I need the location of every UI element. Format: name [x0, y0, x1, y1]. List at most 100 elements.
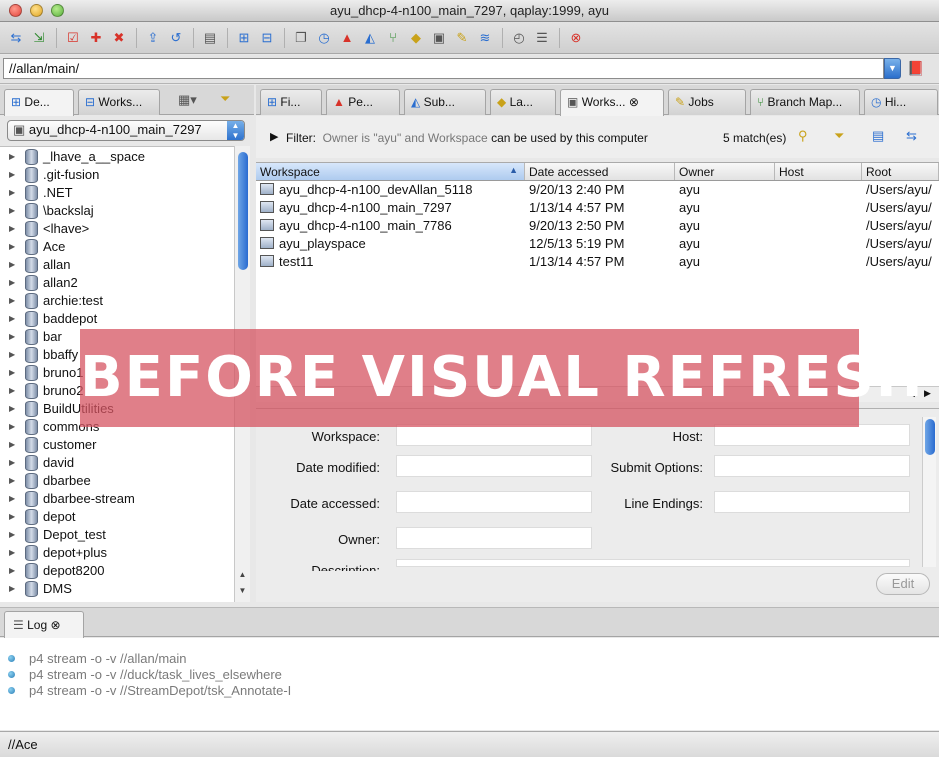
tab-depot[interactable]: ⊞ De...: [4, 89, 74, 116]
column-owner[interactable]: Owner: [675, 163, 775, 180]
tree-item[interactable]: ▶ allan: [0, 255, 234, 273]
tree-item[interactable]: ▶ allan2: [0, 273, 234, 291]
details-scrollbar-thumb[interactable]: [925, 419, 935, 455]
tab-files[interactable]: ⊞ Fi...: [260, 89, 322, 115]
tab-log[interactable]: ☰ Log ⊗: [4, 611, 84, 638]
path-dropdown-button[interactable]: ▼: [884, 58, 901, 79]
edit-button[interactable]: Edit: [876, 573, 930, 595]
expand-triangle-icon[interactable]: ▶: [9, 512, 23, 521]
archive-icon[interactable]: ▤: [872, 128, 884, 144]
expand-triangle-icon[interactable]: ▶: [9, 440, 23, 449]
checkout-icon[interactable]: ☑: [63, 28, 83, 48]
tab-submitted[interactable]: ◭ Sub...: [404, 89, 486, 115]
tree-item[interactable]: ▶ customer: [0, 435, 234, 453]
stop-icon[interactable]: ⊗: [566, 28, 586, 48]
tree-item[interactable]: ▶ dbarbee-stream: [0, 489, 234, 507]
filter-icon[interactable]: ⏷: [834, 128, 844, 144]
table-row[interactable]: ayu_dhcp-4-n100_main_7786 9/20/13 2:50 PM…: [256, 217, 939, 235]
tab-history[interactable]: ◷ Hi...: [864, 89, 938, 115]
expand-triangle-icon[interactable]: ▶: [9, 584, 23, 593]
expand-triangle-icon[interactable]: ▶: [9, 530, 23, 539]
expand-triangle-icon[interactable]: ▶: [9, 314, 23, 323]
tree-item[interactable]: ▶ archie:test: [0, 291, 234, 309]
expand-triangle-icon[interactable]: ▶: [9, 296, 23, 305]
tree-item[interactable]: ▶ dbarbee: [0, 471, 234, 489]
filter-options-icon[interactable]: ⚲: [798, 128, 808, 144]
expand-triangle-icon[interactable]: ▶: [9, 476, 23, 485]
stream-icon[interactable]: ≋: [475, 28, 495, 48]
sync-icon[interactable]: ⇆: [6, 28, 26, 48]
scrollbar-thumb[interactable]: [238, 152, 248, 270]
expand-triangle-icon[interactable]: ▶: [9, 242, 23, 251]
merge-icon[interactable]: ◭: [360, 28, 380, 48]
expand-triangle-icon[interactable]: ▶: [9, 152, 23, 161]
view-options-icon[interactable]: ▦▾: [178, 92, 197, 108]
tree-item[interactable]: ▶ Ace: [0, 237, 234, 255]
expand-triangle-icon[interactable]: ▶: [9, 170, 23, 179]
close-window-button[interactable]: [9, 4, 22, 17]
bookmarks-icon[interactable]: 📕: [907, 60, 924, 77]
details-scrollbar[interactable]: [922, 417, 936, 567]
column-host[interactable]: Host: [775, 163, 862, 180]
tab-branch-mappings[interactable]: ⑂ Branch Map...: [750, 89, 860, 115]
tree-item[interactable]: ▶ depot+plus: [0, 543, 234, 561]
refresh-icon[interactable]: ⇆: [906, 128, 917, 144]
expand-triangle-icon[interactable]: ▶: [9, 278, 23, 287]
column-date-accessed[interactable]: Date accessed: [525, 163, 675, 180]
timer-icon[interactable]: ◴: [509, 28, 529, 48]
tree-item[interactable]: ▶ Depot_test: [0, 525, 234, 543]
tree-item[interactable]: ▶ depot: [0, 507, 234, 525]
minimize-window-button[interactable]: [30, 4, 43, 17]
delete-icon[interactable]: ✖: [109, 28, 129, 48]
table-row[interactable]: ayu_playspace 12/5/13 5:19 PM ayu/Users/ay…: [256, 235, 939, 253]
expand-triangle-icon[interactable]: ▶: [9, 404, 23, 413]
expand-triangle-icon[interactable]: ▶: [9, 260, 23, 269]
expand-triangle-icon[interactable]: ▶: [9, 386, 23, 395]
copy-icon[interactable]: ❐: [291, 28, 311, 48]
tab-jobs[interactable]: ✎ Jobs: [668, 89, 746, 115]
branch-icon[interactable]: ⊟: [257, 28, 277, 48]
submit-icon[interactable]: ⇪: [143, 28, 163, 48]
scroll-down-button[interactable]: ▼: [235, 586, 250, 600]
expand-triangle-icon[interactable]: ▶: [9, 188, 23, 197]
column-workspace[interactable]: Workspace ▲: [256, 163, 525, 180]
fork-icon[interactable]: ⑂: [383, 28, 403, 48]
warning-icon[interactable]: ▲: [337, 28, 357, 48]
path-input[interactable]: //allan/main/: [3, 58, 884, 79]
tree-item[interactable]: ▶ <lhave>: [0, 219, 234, 237]
add-icon[interactable]: ⇲: [29, 28, 49, 48]
expand-triangle-icon[interactable]: ▶: [9, 206, 23, 215]
column-root[interactable]: Root: [862, 163, 939, 180]
close-tab-icon[interactable]: ⊗: [50, 618, 60, 632]
tab-workspaces[interactable]: ▣ Works... ⊗: [560, 89, 664, 116]
tools-icon[interactable]: ✎: [452, 28, 472, 48]
revert-icon[interactable]: ↺: [166, 28, 186, 48]
tree-item[interactable]: ▶ _lhave_a__space: [0, 147, 234, 165]
expand-triangle-icon[interactable]: ▶: [9, 494, 23, 503]
tree-item[interactable]: ▶ baddepot: [0, 309, 234, 327]
label-icon[interactable]: ◆: [406, 28, 426, 48]
tab-pending[interactable]: ▲ Pe...: [326, 89, 400, 115]
notes-icon[interactable]: ☰: [532, 28, 552, 48]
tab-workspace[interactable]: ⊟ Works...: [78, 89, 160, 115]
close-tab-icon[interactable]: ⊗: [629, 95, 639, 109]
workspace-icon[interactable]: ▣: [429, 28, 449, 48]
table-row[interactable]: ayu_dhcp-4-n100_devAllan_5118 9/20/13 2:4…: [256, 181, 939, 199]
expand-triangle-icon[interactable]: ▶: [9, 332, 23, 341]
zoom-window-button[interactable]: [51, 4, 64, 17]
expand-triangle-icon[interactable]: ▶: [9, 368, 23, 377]
tree-item[interactable]: ▶ .git-fusion: [0, 165, 234, 183]
clock-icon[interactable]: ◷: [314, 28, 334, 48]
scroll-up-button[interactable]: ▲: [235, 570, 250, 584]
expand-filter-icon[interactable]: ▶: [270, 130, 278, 143]
expand-triangle-icon[interactable]: ▶: [9, 548, 23, 557]
expand-triangle-icon[interactable]: ▶: [9, 224, 23, 233]
tree-icon[interactable]: ⊞: [234, 28, 254, 48]
tree-item[interactable]: ▶ depot8200: [0, 561, 234, 579]
expand-triangle-icon[interactable]: ▶: [9, 350, 23, 359]
table-row[interactable]: test11 1/13/14 4:57 PM ayu/Users/ayu/: [256, 253, 939, 271]
tree-item[interactable]: ▶ david: [0, 453, 234, 471]
tree-item[interactable]: ▶ \backslaj: [0, 201, 234, 219]
tree-item[interactable]: ▶ .NET: [0, 183, 234, 201]
expand-triangle-icon[interactable]: ▶: [9, 458, 23, 467]
